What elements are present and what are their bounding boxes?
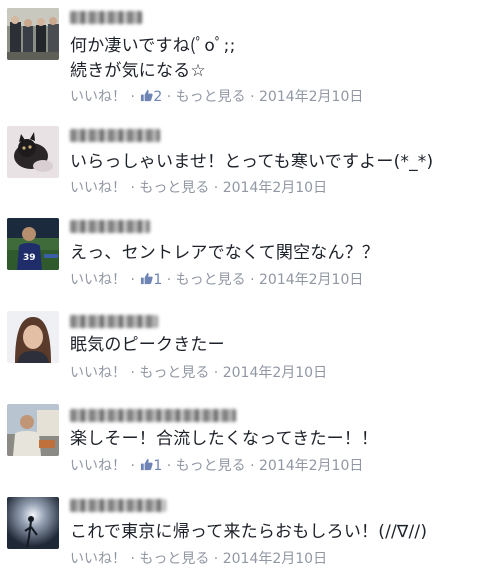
comment-date[interactable]: 2014年2月10日: [259, 272, 363, 288]
comment-date[interactable]: 2014年2月10日: [223, 365, 327, 381]
like-count[interactable]: 2: [153, 89, 162, 105]
like-link[interactable]: いいね！: [70, 551, 126, 567]
separator: ·: [209, 180, 223, 196]
comment-text: これで東京に帰って来たらおもしろい！(//∇//): [70, 522, 428, 542]
more-link[interactable]: もっと見る: [139, 180, 209, 196]
comment-date[interactable]: 2014年2月10日: [259, 89, 363, 105]
comment-actions: いいね！ · 2 · もっと見る · 2014年2月10日: [70, 88, 363, 106]
author-name[interactable]: [70, 11, 142, 24]
author-name[interactable]: [70, 315, 158, 328]
comment-actions: いいね！ · もっと見る · 2014年2月10日: [70, 364, 327, 382]
more-link[interactable]: もっと見る: [176, 272, 246, 288]
separator: ·: [126, 180, 140, 196]
comment-actions: いいね！ · 1 · もっと見る · 2014年2月10日: [70, 271, 363, 289]
like-link[interactable]: いいね！: [70, 89, 126, 105]
avatar[interactable]: [7, 404, 59, 456]
comment-actions: いいね！ · もっと見る · 2014年2月10日: [70, 179, 327, 197]
avatar[interactable]: [7, 497, 59, 549]
separator: ·: [126, 551, 140, 567]
like-count[interactable]: 1: [153, 458, 162, 474]
author-name[interactable]: [70, 409, 236, 422]
like-link[interactable]: いいね！: [70, 272, 126, 288]
comment-date[interactable]: 2014年2月10日: [259, 458, 363, 474]
like-link[interactable]: いいね！: [70, 365, 126, 381]
comment-actions: いいね！ · 1 · もっと見る · 2014年2月10日: [70, 457, 363, 475]
separator: ·: [209, 551, 223, 567]
avatar[interactable]: [7, 311, 59, 363]
avatar[interactable]: 39: [7, 218, 59, 270]
separator: ·: [126, 89, 140, 105]
separator: ·: [209, 365, 223, 381]
author-name[interactable]: [70, 220, 150, 233]
avatar[interactable]: [7, 126, 59, 178]
separator: ·: [245, 272, 259, 288]
avatar[interactable]: [7, 8, 59, 60]
comment-text: いらっしゃいませ！とっても寒いですよー(*_*): [70, 152, 434, 172]
author-name[interactable]: [70, 499, 166, 512]
separator: ·: [126, 272, 140, 288]
svg-text:39: 39: [23, 253, 36, 263]
thumbs-up-icon: [140, 89, 153, 102]
thumbs-up-icon: [140, 458, 153, 471]
separator: ·: [162, 89, 176, 105]
author-name[interactable]: [70, 129, 160, 142]
comment-text: 何か凄いですね(ﾟoﾟ;; 続きが気になる☆: [70, 36, 236, 81]
comment-text: 眠気のピークきたー: [70, 335, 225, 355]
thumbs-up-icon: [140, 272, 153, 285]
more-link[interactable]: もっと見る: [139, 365, 209, 381]
comment-date[interactable]: 2014年2月10日: [223, 551, 327, 567]
comment-text: えっ、セントレアでなくて関空なん？？: [70, 243, 380, 263]
more-link[interactable]: もっと見る: [176, 89, 246, 105]
like-count[interactable]: 1: [153, 272, 162, 288]
comment-date[interactable]: 2014年2月10日: [223, 180, 327, 196]
more-link[interactable]: もっと見る: [176, 458, 246, 474]
like-link[interactable]: いいね！: [70, 458, 126, 474]
separator: ·: [245, 89, 259, 105]
separator: ·: [245, 458, 259, 474]
like-link[interactable]: いいね！: [70, 180, 126, 196]
separator: ·: [162, 458, 176, 474]
comment-actions: いいね！ · もっと見る · 2014年2月10日: [70, 550, 327, 568]
comment-text: 楽しそー！合流したくなってきたー！！: [70, 429, 379, 449]
separator: ·: [162, 272, 176, 288]
more-link[interactable]: もっと見る: [139, 551, 209, 567]
separator: ·: [126, 458, 140, 474]
separator: ·: [126, 365, 140, 381]
